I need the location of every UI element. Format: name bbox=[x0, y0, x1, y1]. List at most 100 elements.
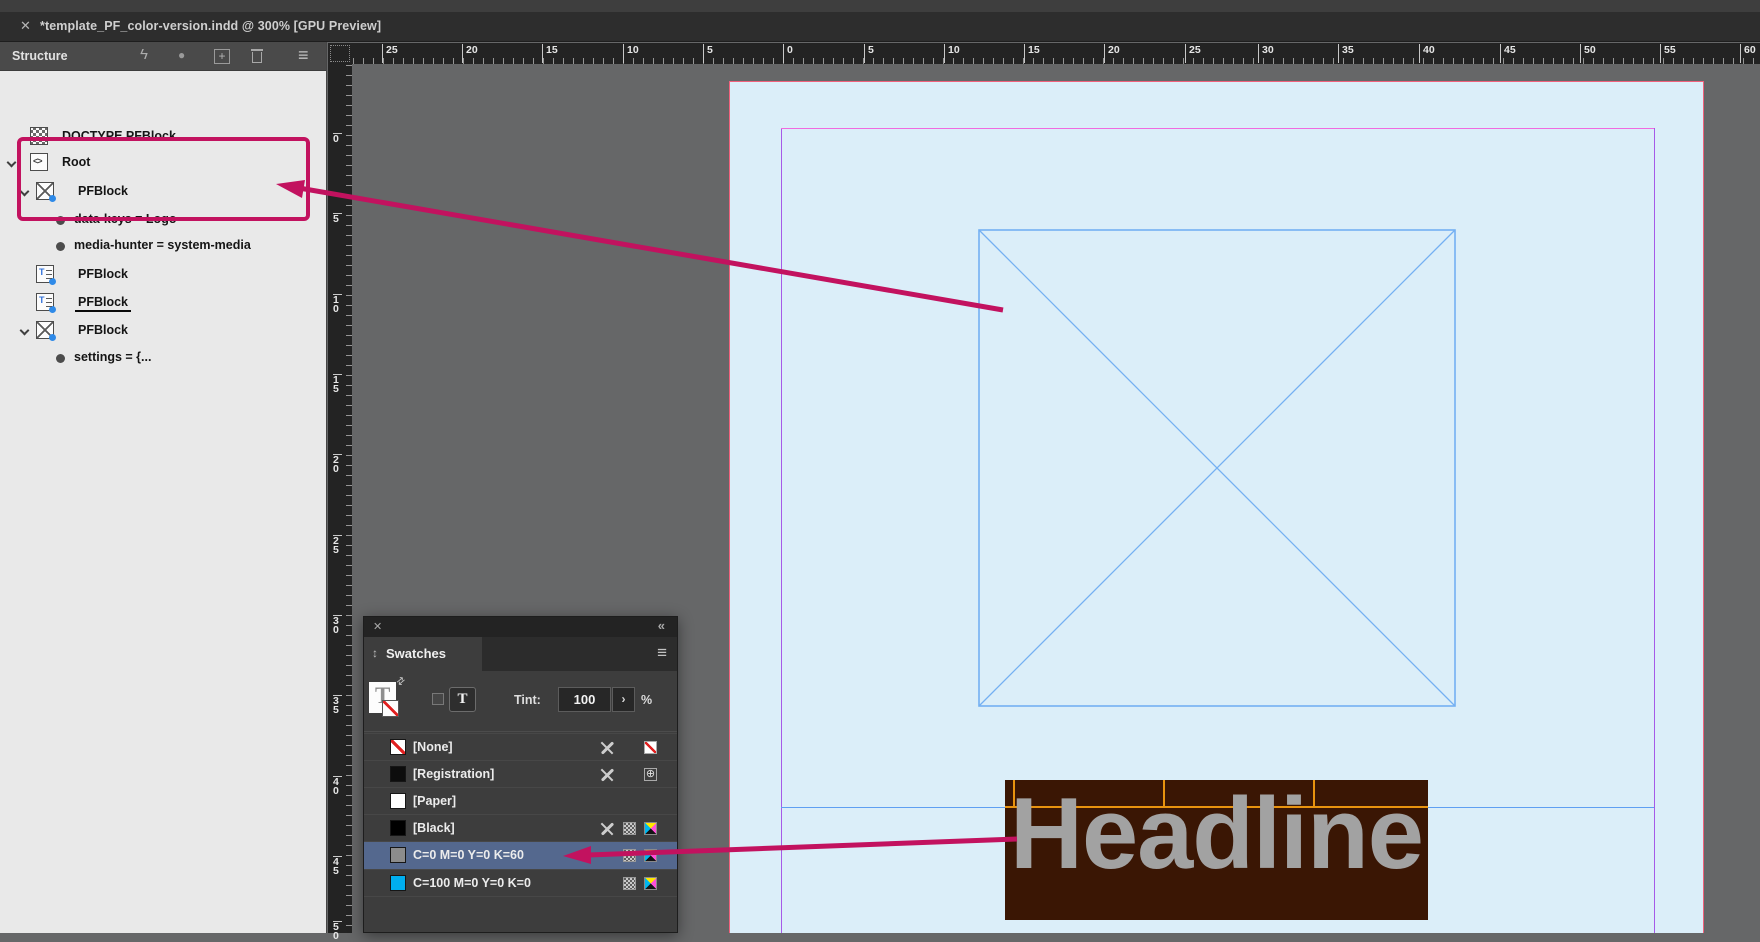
headline-text: Headline bbox=[1010, 780, 1423, 888]
swatches-titlebar[interactable]: ✕ « bbox=[364, 617, 677, 637]
tree-item-pfblock-text2[interactable]: PFBlock bbox=[0, 291, 326, 315]
structure-panel-header: Structure ϟ ● + ≡ bbox=[0, 42, 326, 71]
none-swatch-icon bbox=[644, 741, 657, 754]
h-ruler-label: 15 bbox=[542, 44, 558, 63]
tint-dropdown-icon[interactable]: › bbox=[612, 687, 635, 712]
image-placeholder-frame[interactable] bbox=[978, 229, 1456, 707]
placeholder-x-icon bbox=[978, 229, 1456, 707]
chevron-down-icon[interactable] bbox=[20, 187, 30, 197]
h-ruler-label: 15 bbox=[1024, 44, 1040, 63]
swatch-name: C=100 M=0 Y=0 K=0 bbox=[413, 876, 531, 890]
h-ruler-label: 20 bbox=[462, 44, 478, 63]
swatches-panel: ✕ « ↕ Swatches ≡ ⇄ T Tint: 100 › % [None… bbox=[363, 616, 678, 933]
h-ruler-label: 55 bbox=[1660, 44, 1676, 63]
swatch-name: [None] bbox=[413, 740, 453, 754]
panel-menu-icon[interactable]: ≡ bbox=[657, 643, 667, 663]
structure-panel: Structure ϟ ● + ≡ DOCTYPE PFBlock Root P… bbox=[0, 42, 327, 933]
swatch-color-chip bbox=[390, 847, 406, 863]
headline-text-frame[interactable]: Headline bbox=[1005, 780, 1428, 920]
left-margin-guide bbox=[781, 128, 782, 933]
chevron-down-icon[interactable] bbox=[20, 326, 30, 336]
swatch-row-gray60-selected[interactable]: C=0 M=0 Y=0 K=60 bbox=[364, 841, 677, 869]
v-ruler-label: 35 bbox=[333, 695, 342, 715]
stroke-proxy-none-icon[interactable] bbox=[382, 700, 399, 717]
linked-dot-icon bbox=[49, 195, 56, 202]
collapse-panel-icon[interactable]: « bbox=[658, 618, 665, 633]
tree-attribute-settings[interactable]: settings = {... bbox=[0, 346, 326, 370]
v-ruler-label: 15 bbox=[333, 374, 342, 394]
attribute-bullet-icon bbox=[56, 216, 65, 225]
text-frame-icon bbox=[36, 293, 54, 311]
swatch-row-black[interactable]: [Black] bbox=[364, 814, 677, 841]
swatches-toolbar: ⇄ T Tint: 100 › % bbox=[364, 671, 677, 732]
document-tab-bar: ✕ *template_PF_color-version.indd @ 300%… bbox=[0, 12, 1760, 42]
swatch-row-cyan[interactable]: C=100 M=0 Y=0 K=0 bbox=[364, 869, 677, 896]
swatch-name: [Paper] bbox=[413, 794, 456, 808]
tree-item-doctype[interactable]: DOCTYPE PFBlock bbox=[0, 125, 326, 149]
tree-item-label: PFBlock bbox=[78, 267, 128, 281]
tree-item-pfblock-text1[interactable]: PFBlock bbox=[0, 263, 326, 287]
linked-dot-icon bbox=[49, 306, 56, 313]
container-toggle-icon[interactable] bbox=[432, 693, 444, 705]
swatch-name: C=0 M=0 Y=0 K=60 bbox=[413, 848, 524, 862]
swatch-color-chip bbox=[390, 875, 406, 891]
tint-label: Tint: bbox=[514, 693, 541, 707]
tint-input[interactable]: 100 bbox=[558, 687, 611, 712]
swatch-row-none[interactable]: [None] bbox=[364, 733, 677, 760]
vertical-ruler-ticks bbox=[346, 64, 352, 933]
swatch-name: [Black] bbox=[413, 821, 455, 835]
chevron-down-icon[interactable] bbox=[7, 158, 17, 168]
tree-item-root[interactable]: Root bbox=[0, 151, 326, 175]
h-ruler-label: 0 bbox=[783, 44, 793, 63]
document-tab-title[interactable]: *template_PF_color-version.indd @ 300% [… bbox=[40, 19, 381, 33]
doctype-icon bbox=[30, 127, 48, 145]
swatch-color-chip bbox=[390, 820, 406, 836]
text-frame-icon bbox=[36, 265, 54, 283]
panel-cycle-icon[interactable]: ↕ bbox=[372, 646, 378, 660]
element-icon bbox=[30, 153, 48, 171]
tree-item-label: PFBlock bbox=[78, 323, 128, 337]
cmyk-mode-icon bbox=[644, 849, 657, 862]
ruler-origin-box[interactable] bbox=[330, 45, 350, 62]
v-ruler-label: 40 bbox=[333, 776, 342, 796]
v-ruler-label: 30 bbox=[333, 615, 342, 635]
swap-fill-stroke-icon[interactable]: ⇄ bbox=[394, 675, 407, 689]
top-margin-guide bbox=[781, 128, 1654, 129]
h-ruler-label: 5 bbox=[864, 44, 874, 63]
trash-icon[interactable] bbox=[250, 48, 264, 64]
window-top-strip bbox=[0, 0, 1760, 12]
tree-item-pfblock-settings[interactable]: PFBlock bbox=[0, 319, 326, 343]
tab-close-icon[interactable]: ✕ bbox=[20, 18, 31, 34]
tree-attribute-data-keys[interactable]: data-keys = Logo bbox=[0, 208, 326, 232]
swatch-row-registration[interactable]: [Registration] ⊕ bbox=[364, 760, 677, 787]
swatch-name: [Registration] bbox=[413, 767, 494, 781]
swatches-tab-row: ↕ Swatches ≡ bbox=[364, 637, 677, 671]
attribute-label: settings = {... bbox=[74, 350, 151, 364]
swatch-list-end bbox=[364, 896, 677, 923]
close-icon[interactable]: ✕ bbox=[373, 620, 382, 633]
attribute-label: media-hunter = system-media bbox=[74, 238, 251, 252]
tree-item-label: PFBlock bbox=[75, 295, 131, 312]
h-ruler-label: 30 bbox=[1258, 44, 1274, 63]
swatch-color-chip bbox=[390, 766, 406, 782]
add-element-icon[interactable]: + bbox=[214, 49, 230, 64]
swatch-color-chip bbox=[390, 739, 406, 755]
h-ruler-label: 45 bbox=[1500, 44, 1516, 63]
swatch-row-paper[interactable]: [Paper] bbox=[364, 787, 677, 814]
cmyk-mode-icon bbox=[644, 822, 657, 835]
record-icon[interactable]: ● bbox=[178, 48, 185, 62]
v-ruler-label: 5 bbox=[333, 213, 342, 224]
validate-icon[interactable]: ϟ bbox=[140, 46, 148, 63]
panel-menu-icon[interactable]: ≡ bbox=[298, 45, 308, 66]
h-ruler-label: 10 bbox=[944, 44, 960, 63]
process-color-icon bbox=[623, 822, 636, 835]
non-editable-icon bbox=[600, 768, 614, 782]
graphic-frame-icon bbox=[36, 182, 54, 200]
text-formatting-button[interactable]: T bbox=[449, 687, 476, 712]
tree-attribute-media-hunter[interactable]: media-hunter = system-media bbox=[0, 234, 326, 258]
tree-item-pfblock-logo[interactable]: PFBlock bbox=[0, 180, 326, 204]
tab-swatches[interactable]: ↕ Swatches bbox=[364, 637, 482, 671]
process-color-icon bbox=[623, 877, 636, 890]
horizontal-ruler-ticks bbox=[352, 58, 1760, 64]
h-ruler-label: 20 bbox=[1104, 44, 1120, 63]
